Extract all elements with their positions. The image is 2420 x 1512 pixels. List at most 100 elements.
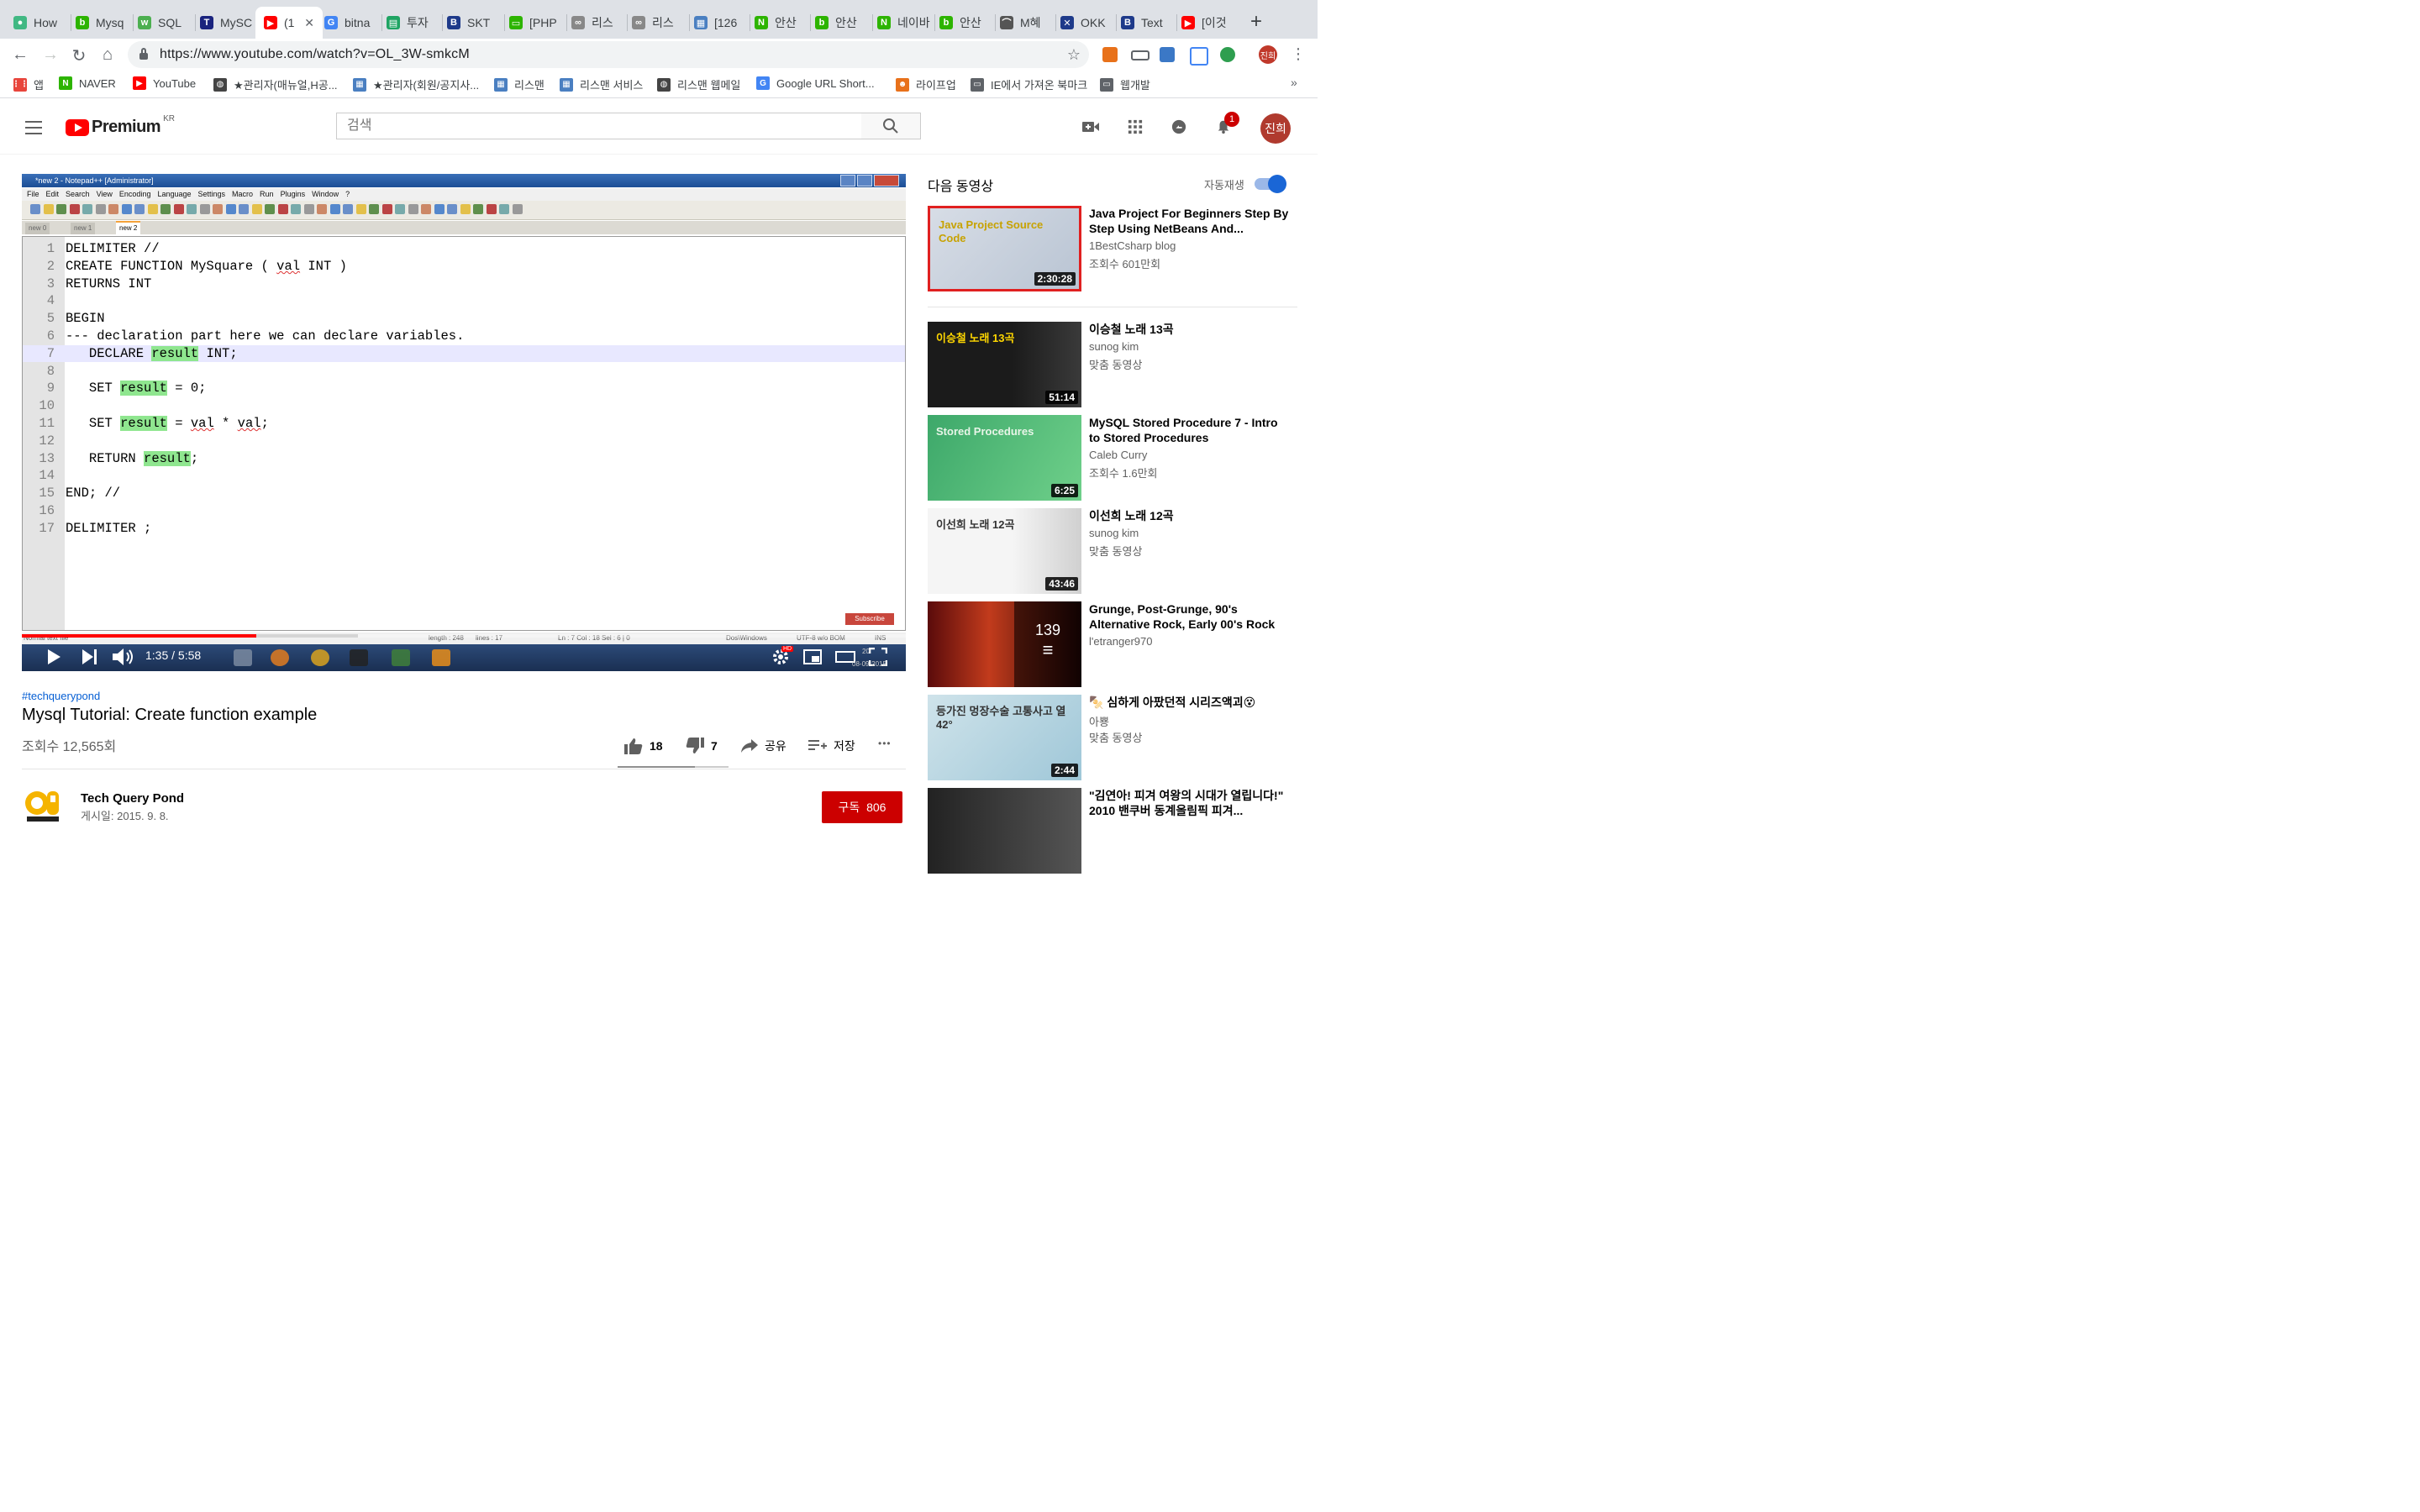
reload-icon[interactable]: ↻: [69, 45, 89, 66]
video-hashtag[interactable]: #techquerypond: [22, 690, 100, 702]
browser-tab[interactable]: b Mysq: [76, 8, 129, 37]
play-icon[interactable]: [47, 649, 60, 664]
recommended-channel[interactable]: sunog kim: [1089, 527, 1139, 539]
bookmark-star-icon[interactable]: ☆: [1067, 46, 1081, 64]
bookmark-item[interactable]: ◍ 리스맨 웹메일: [657, 76, 740, 92]
more-actions-button[interactable]: •••: [878, 738, 892, 749]
recommended-title[interactable]: 이승철 노래 13곡: [1089, 322, 1291, 337]
search-button[interactable]: [861, 113, 921, 139]
guide-menu-icon[interactable]: [25, 121, 42, 139]
recommended-title[interactable]: MySQL Stored Procedure 7 - Intro to Stor…: [1089, 415, 1291, 445]
browser-tab[interactable]: ▦ [126: [694, 8, 748, 37]
extension-icon[interactable]: [1190, 47, 1208, 66]
forward-icon[interactable]: →: [40, 45, 60, 65]
bookmarks-overflow-icon[interactable]: »: [1291, 76, 1297, 89]
extension-icon[interactable]: [1102, 47, 1118, 62]
bookmark-item[interactable]: ◍ ★관리자(매뉴얼,H공...: [213, 76, 338, 92]
recommended-title[interactable]: 🍢 심하게 아팠던적 시리즈액괴😵: [1089, 695, 1291, 710]
recommended-video[interactable]: 이선희 노래 12곡 43:46 이선희 노래 12곡 sunog kim 맞춤 동영상: [928, 508, 1297, 596]
video-player[interactable]: *new 2 - Notepad++ [Administrator] File E…: [22, 174, 906, 671]
messages-share-icon[interactable]: [1170, 119, 1188, 134]
bookmark-item[interactable]: ▶ YouTube: [133, 76, 196, 90]
channel-name[interactable]: Tech Query Pond: [81, 791, 184, 806]
browser-tab[interactable]: ✕ OKK: [1060, 8, 1114, 37]
recommended-title[interactable]: Grunge, Post-Grunge, 90's Alternative Ro…: [1089, 601, 1291, 632]
recommended-title[interactable]: "김연아! 피겨 여왕의 시대가 열립니다!" 2010 밴쿠버 동계올림픽 피…: [1089, 788, 1291, 818]
bookmark-item[interactable]: G Google URL Short...: [756, 76, 875, 90]
recommended-title[interactable]: Java Project For Beginners Step By Step …: [1089, 206, 1291, 236]
video-thumbnail[interactable]: 등가진 멍장수술 고통사고 열 42° 2:44: [928, 695, 1081, 780]
recommended-channel[interactable]: l'etranger970: [1089, 635, 1152, 648]
bookmark-item[interactable]: ▦ 리스맨: [494, 76, 544, 92]
extension-icon[interactable]: [1131, 50, 1150, 60]
youtube-logo[interactable]: Premium KR: [66, 114, 175, 137]
bookmark-item[interactable]: N NAVER: [59, 76, 116, 90]
browser-tab[interactable]: ∞ 리스: [632, 8, 686, 37]
recommended-channel[interactable]: 1BestCsharp blog: [1089, 239, 1176, 252]
video-thumbnail[interactable]: 이승철 노래 13곡 51:14: [928, 322, 1081, 407]
account-avatar[interactable]: 진희: [1260, 113, 1291, 144]
browser-tab[interactable]: T MySC: [200, 8, 254, 37]
video-thumbnail[interactable]: 139 ≡: [928, 601, 1081, 687]
recommended-video[interactable]: Java Project Source Code 2:30:28 Java Proj…: [928, 206, 1297, 293]
search-input[interactable]: [345, 118, 836, 134]
volume-icon[interactable]: [113, 648, 134, 666]
create-video-icon[interactable]: [1081, 119, 1100, 134]
bookmark-item[interactable]: ▭ IE에서 가져온 북마크: [971, 76, 1087, 92]
apps-grid-icon[interactable]: [1126, 119, 1144, 134]
bookmark-item[interactable]: ☻ 라이프업: [896, 76, 956, 92]
recommended-video[interactable]: 이승철 노래 13곡 51:14 이승철 노래 13곡 sunog kim 맞춤 동영상: [928, 322, 1297, 409]
bookmark-item[interactable]: ▭ 웹개발: [1100, 76, 1150, 92]
browser-tab[interactable]: N 안산: [755, 8, 808, 37]
video-thumbnail[interactable]: Java Project Source Code 2:30:28: [928, 206, 1081, 291]
browser-tab[interactable]: ▶ (1 ✕: [255, 7, 323, 39]
recommended-video[interactable]: Stored Procedures 6:25 MySQL Stored Proced…: [928, 415, 1297, 502]
bookmark-item[interactable]: ⋮⋮ 앱: [12, 76, 44, 92]
browser-menu-icon[interactable]: ⋮: [1291, 45, 1306, 63]
browser-tab[interactable]: ▭ [PHP: [509, 8, 563, 37]
save-button[interactable]: 저장: [808, 738, 855, 754]
browser-tab[interactable]: ⌒ M혜: [1000, 8, 1054, 37]
bookmark-item[interactable]: ▦ 리스맨 서비스: [560, 76, 643, 92]
video-thumbnail[interactable]: Stored Procedures 6:25: [928, 415, 1081, 501]
video-thumbnail[interactable]: [928, 788, 1081, 874]
browser-tab[interactable]: ● How: [13, 8, 67, 37]
browser-tab[interactable]: B Text: [1121, 8, 1175, 37]
browser-tab[interactable]: ▤ 투자: [387, 8, 440, 37]
url-text[interactable]: https://www.youtube.com/watch?v=OL_3W-sm…: [160, 47, 470, 62]
browser-tab[interactable]: B SKT: [447, 8, 501, 37]
bookmark-item[interactable]: ▦ ★관리자(회원/공지사...: [353, 76, 479, 92]
browser-tab[interactable]: b 안산: [939, 8, 993, 37]
home-icon[interactable]: ⌂: [97, 45, 118, 65]
subscribe-overlay[interactable]: Subscribe: [845, 613, 894, 625]
recommended-channel[interactable]: 아뿅: [1089, 713, 1109, 729]
evernote-icon[interactable]: [1220, 47, 1235, 62]
video-thumbnail[interactable]: 이선희 노래 12곡 43:46: [928, 508, 1081, 594]
browser-tab[interactable]: w SQL: [138, 8, 192, 37]
recommended-video[interactable]: 139 ≡ Grunge, Post-Grunge, 90's Alternativ…: [928, 601, 1297, 689]
channel-logo[interactable]: [24, 788, 64, 823]
extension-icon[interactable]: [1160, 47, 1175, 62]
back-icon[interactable]: ←: [10, 45, 30, 65]
browser-tab[interactable]: Gbitna: [324, 8, 378, 37]
browser-tab[interactable]: ▶ [이것: [1181, 8, 1235, 37]
browser-tab[interactable]: ∞ 리스: [571, 8, 625, 37]
recommended-channel[interactable]: Caleb Curry: [1089, 449, 1147, 461]
share-button[interactable]: 공유: [741, 738, 786, 754]
miniplayer-icon[interactable]: [803, 649, 822, 664]
autoplay-toggle[interactable]: [1255, 175, 1286, 193]
tab-close-icon[interactable]: ✕: [304, 16, 314, 30]
next-video-icon[interactable]: [82, 649, 97, 664]
recommended-video[interactable]: "김연아! 피겨 여왕의 시대가 열립니다!" 2010 밴쿠버 동계올림픽 피…: [928, 788, 1297, 875]
recommended-channel[interactable]: sunog kim: [1089, 340, 1139, 353]
browser-profile-avatar[interactable]: 진희: [1259, 45, 1277, 64]
browser-tab[interactable]: N 네이바: [877, 8, 931, 37]
recommended-video[interactable]: 등가진 멍장수술 고통사고 열 42° 2:44 🍢 심하게 아팠던적 시리즈액괴😵…: [928, 695, 1297, 782]
recommended-title[interactable]: 이선희 노래 12곡: [1089, 508, 1291, 523]
subscribe-button[interactable]: 구독 806: [822, 791, 902, 823]
address-bar[interactable]: https://www.youtube.com/watch?v=OL_3W-sm…: [128, 41, 1089, 68]
dislike-button[interactable]: 7: [686, 738, 718, 754]
browser-tab[interactable]: b 안산: [815, 8, 869, 37]
like-button[interactable]: 18: [624, 738, 663, 754]
new-tab-icon[interactable]: +: [1250, 10, 1262, 34]
